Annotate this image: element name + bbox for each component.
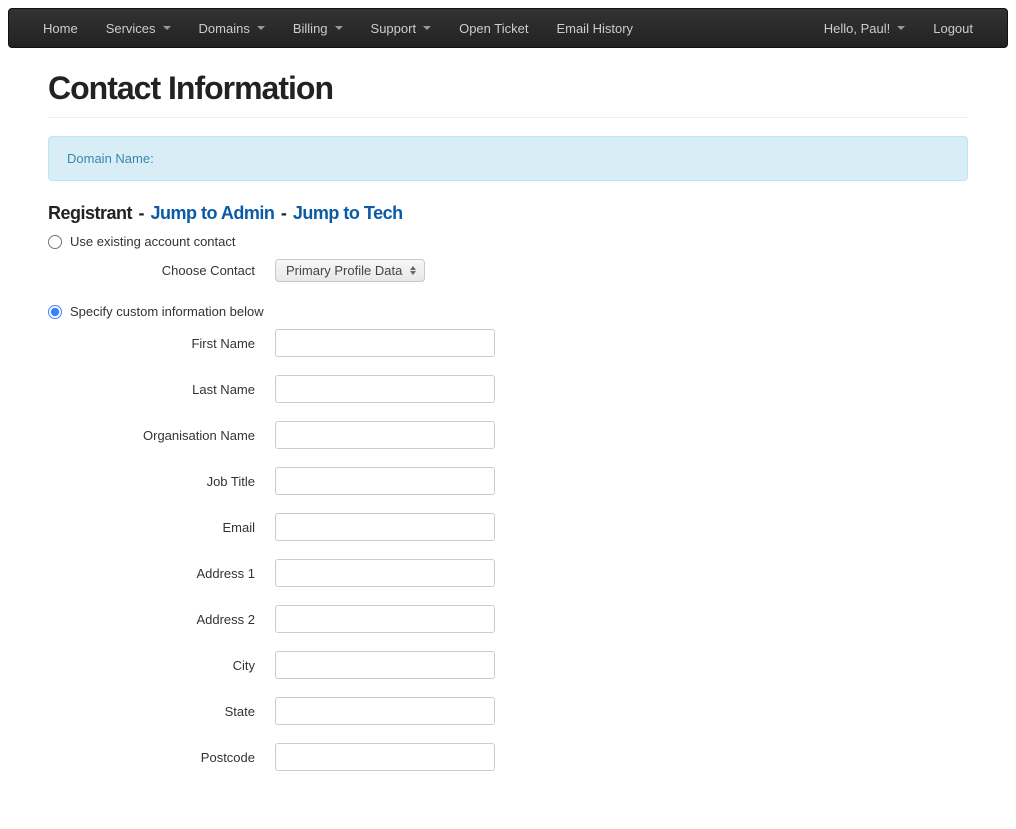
- nav-billing[interactable]: Billing: [279, 11, 357, 46]
- nav-greeting[interactable]: Hello, Paul!: [810, 11, 919, 46]
- separator: -: [139, 203, 145, 223]
- nav-greeting-label: Hello, Paul!: [824, 21, 890, 36]
- first-name-input[interactable]: [275, 329, 495, 357]
- address2-input[interactable]: [275, 605, 495, 633]
- section-heading: Registrant - Jump to Admin - Jump to Tec…: [48, 203, 968, 224]
- job-title-label: Job Title: [48, 474, 275, 489]
- choose-contact-selected: Primary Profile Data: [286, 263, 402, 278]
- top-navbar: Home Services Domains Billing Support Op…: [8, 8, 1008, 48]
- email-label: Email: [48, 520, 275, 535]
- nav-right: Hello, Paul! Logout: [810, 11, 987, 46]
- chevron-down-icon: [163, 26, 171, 30]
- nav-open-ticket-label: Open Ticket: [459, 21, 528, 36]
- section-registrant: Registrant: [48, 203, 132, 223]
- nav-home[interactable]: Home: [29, 11, 92, 46]
- job-title-input[interactable]: [275, 467, 495, 495]
- nav-email-history[interactable]: Email History: [542, 11, 647, 46]
- address1-label: Address 1: [48, 566, 275, 581]
- last-name-label: Last Name: [48, 382, 275, 397]
- nav-domains[interactable]: Domains: [185, 11, 279, 46]
- address1-input[interactable]: [275, 559, 495, 587]
- choose-contact-block: Choose Contact Primary Profile Data: [48, 259, 968, 282]
- state-input[interactable]: [275, 697, 495, 725]
- nav-logout[interactable]: Logout: [919, 11, 987, 46]
- nav-billing-label: Billing: [293, 21, 328, 36]
- nav-support-label: Support: [371, 21, 417, 36]
- nav-open-ticket[interactable]: Open Ticket: [445, 11, 542, 46]
- chevron-down-icon: [423, 26, 431, 30]
- nav-email-history-label: Email History: [556, 21, 633, 36]
- radio-use-existing[interactable]: Use existing account contact: [48, 234, 968, 249]
- nav-logout-label: Logout: [933, 21, 973, 36]
- page-title: Contact Information: [48, 56, 968, 118]
- nav-home-label: Home: [43, 21, 78, 36]
- address2-label: Address 2: [48, 612, 275, 627]
- radio-specify-custom[interactable]: Specify custom information below: [48, 304, 968, 319]
- nav-domains-label: Domains: [199, 21, 250, 36]
- choose-contact-select[interactable]: Primary Profile Data: [275, 259, 425, 282]
- postcode-label: Postcode: [48, 750, 275, 765]
- email-input[interactable]: [275, 513, 495, 541]
- select-stepper-icon: [410, 266, 416, 275]
- chevron-down-icon: [897, 26, 905, 30]
- radio-specify-custom-input[interactable]: [48, 305, 62, 319]
- organisation-input[interactable]: [275, 421, 495, 449]
- domain-name-label: Domain Name:: [67, 151, 154, 166]
- postcode-input[interactable]: [275, 743, 495, 771]
- jump-to-tech-link[interactable]: Jump to Tech: [293, 203, 403, 223]
- jump-to-admin-link[interactable]: Jump to Admin: [151, 203, 275, 223]
- state-label: State: [48, 704, 275, 719]
- nav-services[interactable]: Services: [92, 11, 185, 46]
- chevron-down-icon: [257, 26, 265, 30]
- organisation-label: Organisation Name: [48, 428, 275, 443]
- nav-support[interactable]: Support: [357, 11, 446, 46]
- radio-use-existing-label: Use existing account contact: [70, 234, 235, 249]
- domain-alert: Domain Name:: [48, 136, 968, 181]
- city-label: City: [48, 658, 275, 673]
- main-container: Contact Information Domain Name: Registr…: [28, 56, 988, 829]
- last-name-input[interactable]: [275, 375, 495, 403]
- contact-form: First Name Last Name Organisation Name J…: [48, 329, 968, 771]
- choose-contact-label: Choose Contact: [48, 263, 275, 278]
- nav-services-label: Services: [106, 21, 156, 36]
- separator: -: [281, 203, 287, 223]
- chevron-down-icon: [335, 26, 343, 30]
- city-input[interactable]: [275, 651, 495, 679]
- first-name-label: First Name: [48, 336, 275, 351]
- radio-use-existing-input[interactable]: [48, 235, 62, 249]
- radio-specify-custom-label: Specify custom information below: [70, 304, 264, 319]
- nav-left: Home Services Domains Billing Support Op…: [29, 11, 647, 46]
